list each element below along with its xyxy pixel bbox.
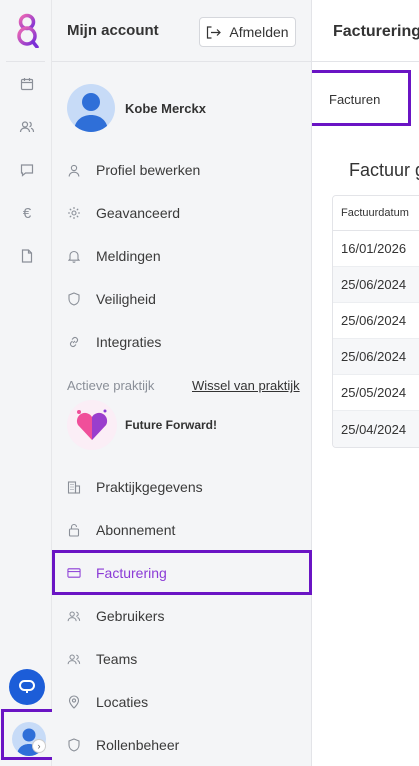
menu-item-subscription[interactable]: Abonnement (52, 510, 312, 550)
link-icon (67, 335, 81, 349)
icon-rail: € › (0, 0, 62, 766)
lock-icon (67, 523, 81, 537)
chevron-right-icon: › (32, 739, 46, 753)
logout-button[interactable]: Afmelden (199, 17, 296, 47)
rail-divider (6, 61, 45, 62)
chat-icon[interactable] (17, 160, 37, 180)
table-row[interactable]: 25/06/2024 (333, 267, 419, 303)
table-row[interactable]: 16/01/2026 (333, 231, 419, 267)
tab-label: Facturen (329, 92, 381, 107)
menu-item-label: Integraties (96, 334, 162, 350)
document-icon[interactable] (17, 246, 37, 266)
table-row[interactable]: 25/06/2024 (333, 339, 419, 375)
user-name: Kobe Merckx (125, 100, 206, 116)
table-row[interactable]: 25/04/2024 (333, 411, 419, 447)
credit-card-icon (67, 566, 81, 580)
menu-item-label: Gebruikers (96, 608, 165, 624)
calendar-icon[interactable] (17, 74, 37, 94)
menu-item-label: Abonnement (96, 522, 176, 538)
page-title: Facturering (333, 23, 419, 40)
menu-item-label: Locaties (96, 694, 149, 710)
tab-invoices[interactable]: Facturen (312, 70, 411, 126)
menu-item-profile[interactable]: Profiel bewerken (52, 150, 312, 190)
shield-icon (67, 738, 81, 752)
menu-item-security[interactable]: Veiligheid (52, 279, 312, 319)
practice-logo (67, 400, 117, 450)
menu-item-users[interactable]: Gebruikers (52, 596, 312, 636)
section-title: Factuur geschiedenis (349, 160, 419, 180)
team-icon (67, 652, 81, 666)
gear-icon (67, 206, 81, 220)
menu-item-label: Geavanceerd (96, 205, 181, 221)
menu-item-label: Rollenbeheer (96, 737, 180, 753)
avatar (67, 84, 115, 132)
bell-icon (67, 249, 81, 263)
menu-item-practice-details[interactable]: Praktijkgegevens (52, 467, 312, 507)
menu-item-label: Praktijkgegevens (96, 479, 203, 495)
main-header: Facturering (312, 0, 419, 62)
menu-item-label: Veiligheid (96, 291, 156, 307)
users-icon (67, 609, 81, 623)
speech-bubble-icon (19, 680, 35, 693)
main-content: Facturering Facturen Factuur geschiedeni… (312, 0, 419, 766)
menu-item-billing[interactable]: Facturering (52, 550, 312, 595)
location-pin-icon (67, 695, 81, 709)
menu-item-label: Facturering (96, 564, 167, 581)
menu-item-notifications[interactable]: Meldingen (52, 236, 312, 276)
menu-item-integrations[interactable]: Integraties (52, 322, 312, 362)
menu-item-role-management[interactable]: Rollenbeheer (52, 725, 312, 765)
euro-icon[interactable]: € (17, 203, 37, 223)
menu-item-label: Teams (96, 651, 138, 667)
menu-item-locations[interactable]: Locaties (52, 682, 312, 722)
logout-icon (207, 25, 222, 39)
users-icon[interactable] (17, 117, 37, 137)
menu-header: Mijn account Afmelden (52, 0, 312, 62)
column-header[interactable]: Factuurdatum (333, 196, 419, 231)
shield-icon (67, 292, 81, 306)
user-icon (67, 163, 81, 177)
account-menu: Mijn account Afmelden Kobe Merckx Profie… (52, 0, 312, 766)
switch-practice-link[interactable]: Wissel van praktijk (192, 378, 300, 393)
app-logo[interactable] (12, 12, 42, 49)
invoice-table: Factuurdatum 16/01/2026 25/06/2024 25/06… (332, 195, 419, 448)
user-profile: Kobe Merckx (67, 84, 206, 132)
menu-item-teams[interactable]: Teams (52, 639, 312, 679)
active-practice: Future Forward! (67, 400, 217, 450)
building-icon (67, 480, 81, 494)
table-row[interactable]: 25/05/2024 (333, 375, 419, 411)
practice-section-label: Actieve praktijk (67, 378, 155, 393)
menu-title: Mijn account (67, 22, 159, 39)
practice-name: Future Forward! (125, 418, 217, 432)
menu-item-label: Profiel bewerken (96, 162, 201, 178)
table-row[interactable]: 25/06/2024 (333, 303, 419, 339)
menu-item-advanced[interactable]: Geavanceerd (52, 193, 312, 233)
menu-item-label: Meldingen (96, 248, 161, 264)
logout-label: Afmelden (229, 24, 289, 40)
chat-support-button[interactable] (9, 669, 45, 705)
